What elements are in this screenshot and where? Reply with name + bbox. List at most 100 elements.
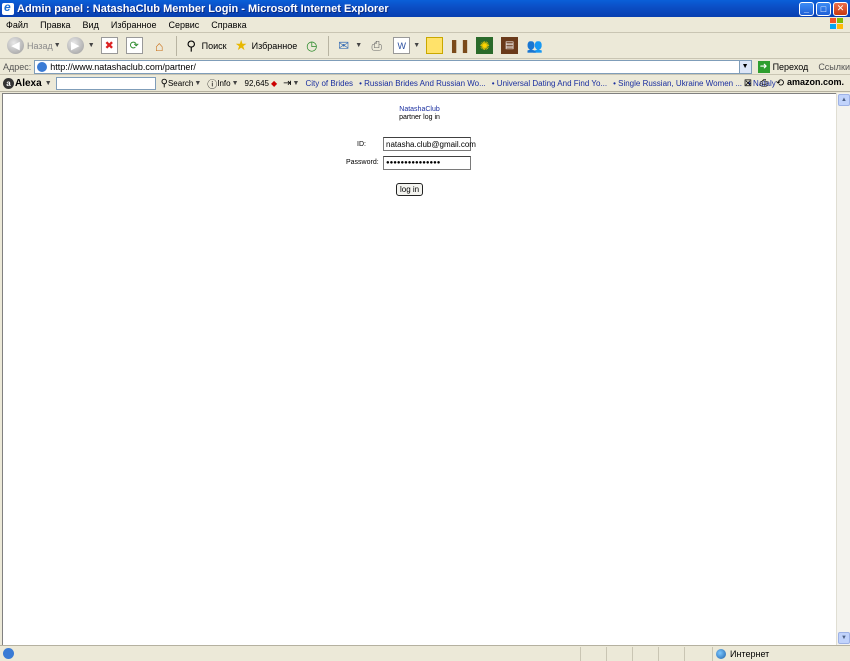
search-dropdown-icon[interactable]: ▼ — [194, 80, 201, 87]
search-icon: ⚲ — [186, 37, 196, 53]
related-links-icon: ⇥ — [283, 77, 292, 89]
research-button[interactable]: ❚❚ — [448, 35, 473, 57]
menu-help[interactable]: Справка — [205, 20, 252, 30]
messenger-icon: 👥 — [526, 37, 543, 53]
back-button[interactable]: ◀ Назад ▼ — [4, 35, 64, 57]
alexa-related-link[interactable]: • Universal Dating And Find Yo... — [489, 79, 610, 88]
wayback-icon[interactable]: ⟲ — [774, 77, 786, 89]
page-subtitle: partner log in — [399, 114, 440, 121]
status-cell — [580, 647, 606, 661]
addon-button[interactable]: ✺ — [473, 35, 498, 57]
close-button[interactable]: ✕ — [833, 1, 848, 16]
alexa-related-button[interactable]: ⇥ ▼ — [280, 78, 302, 89]
alexa-search-button[interactable]: ⚲ Search ▼ — [158, 78, 205, 89]
id-label: ID: — [357, 141, 366, 148]
alexa-search-input[interactable] — [55, 76, 156, 90]
menu-view[interactable]: Вид — [77, 20, 105, 30]
go-button[interactable]: ➜ Переход — [757, 60, 808, 73]
back-arrow-icon: ◀ — [7, 37, 24, 54]
alexa-right-icons: ⊠ ⎙ ⟲ — [742, 77, 786, 89]
edit-dropdown-icon[interactable]: ▼ — [413, 42, 420, 49]
printer-icon: ⎙ — [371, 37, 382, 53]
search-label: Поиск — [201, 40, 227, 51]
go-arrow-icon: ➜ — [757, 60, 770, 73]
minimize-button[interactable]: _ — [799, 1, 814, 16]
alexa-toolbar: a Alexa ▼ ⚲ Search ▼ ⓘ Info ▼ 92,645 ◆ ⇥… — [0, 75, 850, 92]
ie-icon — [2, 0, 14, 15]
search-button[interactable]: ⚲ Поиск — [180, 35, 230, 57]
login-button[interactable]: log in — [396, 183, 424, 196]
alexa-info-label: Info — [217, 78, 231, 88]
scroll-down-icon[interactable]: ▼ — [838, 632, 850, 644]
address-dropdown-icon[interactable]: ▼ — [738, 60, 751, 73]
amazon-link[interactable]: amazon.com. — [787, 77, 844, 87]
edit-button[interactable]: W ▼ — [390, 35, 423, 57]
address-url: http://www.natashaclub.com/partner/ — [50, 61, 196, 72]
links-button[interactable]: Ссылки — [818, 62, 850, 72]
related-dropdown-icon[interactable]: ▼ — [293, 80, 300, 87]
menu-tools[interactable]: Сервис — [162, 20, 205, 30]
alexa-search-label: Search — [167, 78, 194, 88]
stop-button[interactable]: ✖ — [98, 35, 123, 57]
page-status-icon — [3, 648, 14, 659]
stop-icon: ✖ — [100, 37, 118, 54]
history-button[interactable]: ◷ — [300, 35, 325, 57]
alexa-related-link[interactable]: City of Brides — [302, 79, 356, 88]
alexa-icon: a — [3, 77, 14, 89]
status-bar: Интернет — [0, 645, 850, 661]
maximize-button[interactable]: □ — [816, 1, 831, 16]
popup-blocker-icon[interactable]: ⊠ — [742, 77, 754, 89]
globe-icon — [716, 649, 726, 659]
menu-edit[interactable]: Правка — [34, 20, 76, 30]
security-zone: Интернет — [712, 647, 769, 661]
window-title: Admin panel : NatashaClub Member Login -… — [17, 2, 389, 15]
scroll-up-icon[interactable]: ▲ — [838, 94, 850, 106]
menu-file[interactable]: Файл — [0, 20, 34, 30]
favorites-button[interactable]: ★ Избранное — [230, 35, 301, 57]
alexa-related-link[interactable]: • Russian Brides And Russian Wo... — [356, 79, 489, 88]
status-cell — [606, 647, 632, 661]
forward-arrow-icon: ▶ — [66, 37, 84, 54]
print-button[interactable]: ⎙ — [365, 35, 390, 57]
discuss-button[interactable] — [423, 35, 448, 57]
word-icon: W — [393, 37, 411, 54]
history-icon: ◷ — [306, 37, 318, 53]
star-icon: ★ — [234, 37, 248, 53]
home-icon: ⌂ — [154, 37, 164, 54]
forward-button[interactable]: ▶ ▼ — [64, 35, 98, 57]
page-icon — [37, 61, 48, 72]
print-icon[interactable]: ⎙ — [758, 77, 770, 89]
mail-button[interactable]: ✉ ▼ — [332, 35, 365, 57]
back-dropdown-icon[interactable]: ▼ — [54, 42, 61, 49]
film-icon: ▤ — [501, 37, 519, 54]
info-dropdown-icon[interactable]: ▼ — [232, 80, 239, 87]
status-cells — [580, 647, 710, 661]
password-input[interactable]: ●●●●●●●●●●●●●●● — [383, 156, 471, 170]
alexa-related-link[interactable]: • Single Russian, Ukraine Women ... — [610, 79, 745, 88]
status-cell — [684, 647, 710, 661]
home-button[interactable]: ⌂ — [148, 35, 173, 57]
search-icon: ⚲ — [160, 77, 168, 89]
vertical-scrollbar[interactable]: ▲ ▼ — [836, 93, 850, 645]
alexa-info-button[interactable]: ⓘ Info ▼ — [204, 76, 241, 91]
menu-favorites[interactable]: Избранное — [105, 20, 163, 30]
id-input[interactable]: natasha.club@gmail.com — [383, 137, 476, 151]
status-cell — [658, 647, 684, 661]
alexa-logo[interactable]: a Alexa ▼ — [3, 77, 52, 89]
address-input[interactable]: http://www.natashaclub.com/partner/ ▼ — [34, 59, 752, 74]
media-button[interactable]: ▤ — [498, 35, 523, 57]
note-icon — [426, 37, 444, 54]
mail-icon: ✉ — [338, 37, 350, 53]
favorites-label: Избранное — [251, 40, 298, 51]
brand-title: NatashaClub — [399, 106, 440, 113]
forward-dropdown-icon[interactable]: ▼ — [88, 42, 95, 49]
refresh-button[interactable]: ⟳ — [123, 35, 148, 57]
toolbar-separator — [328, 35, 330, 56]
messenger-button[interactable]: 👥 — [523, 35, 548, 57]
window-title-bar[interactable]: Admin panel : NatashaClub Member Login -… — [0, 0, 850, 17]
page-content: NatashaClub partner log in ID: natasha.c… — [2, 93, 836, 645]
alexa-dropdown-icon[interactable]: ▼ — [45, 80, 52, 87]
rank-arrow-icon: ◆ — [271, 78, 278, 88]
windows-logo-icon — [830, 18, 844, 31]
mail-dropdown-icon[interactable]: ▼ — [355, 42, 362, 49]
